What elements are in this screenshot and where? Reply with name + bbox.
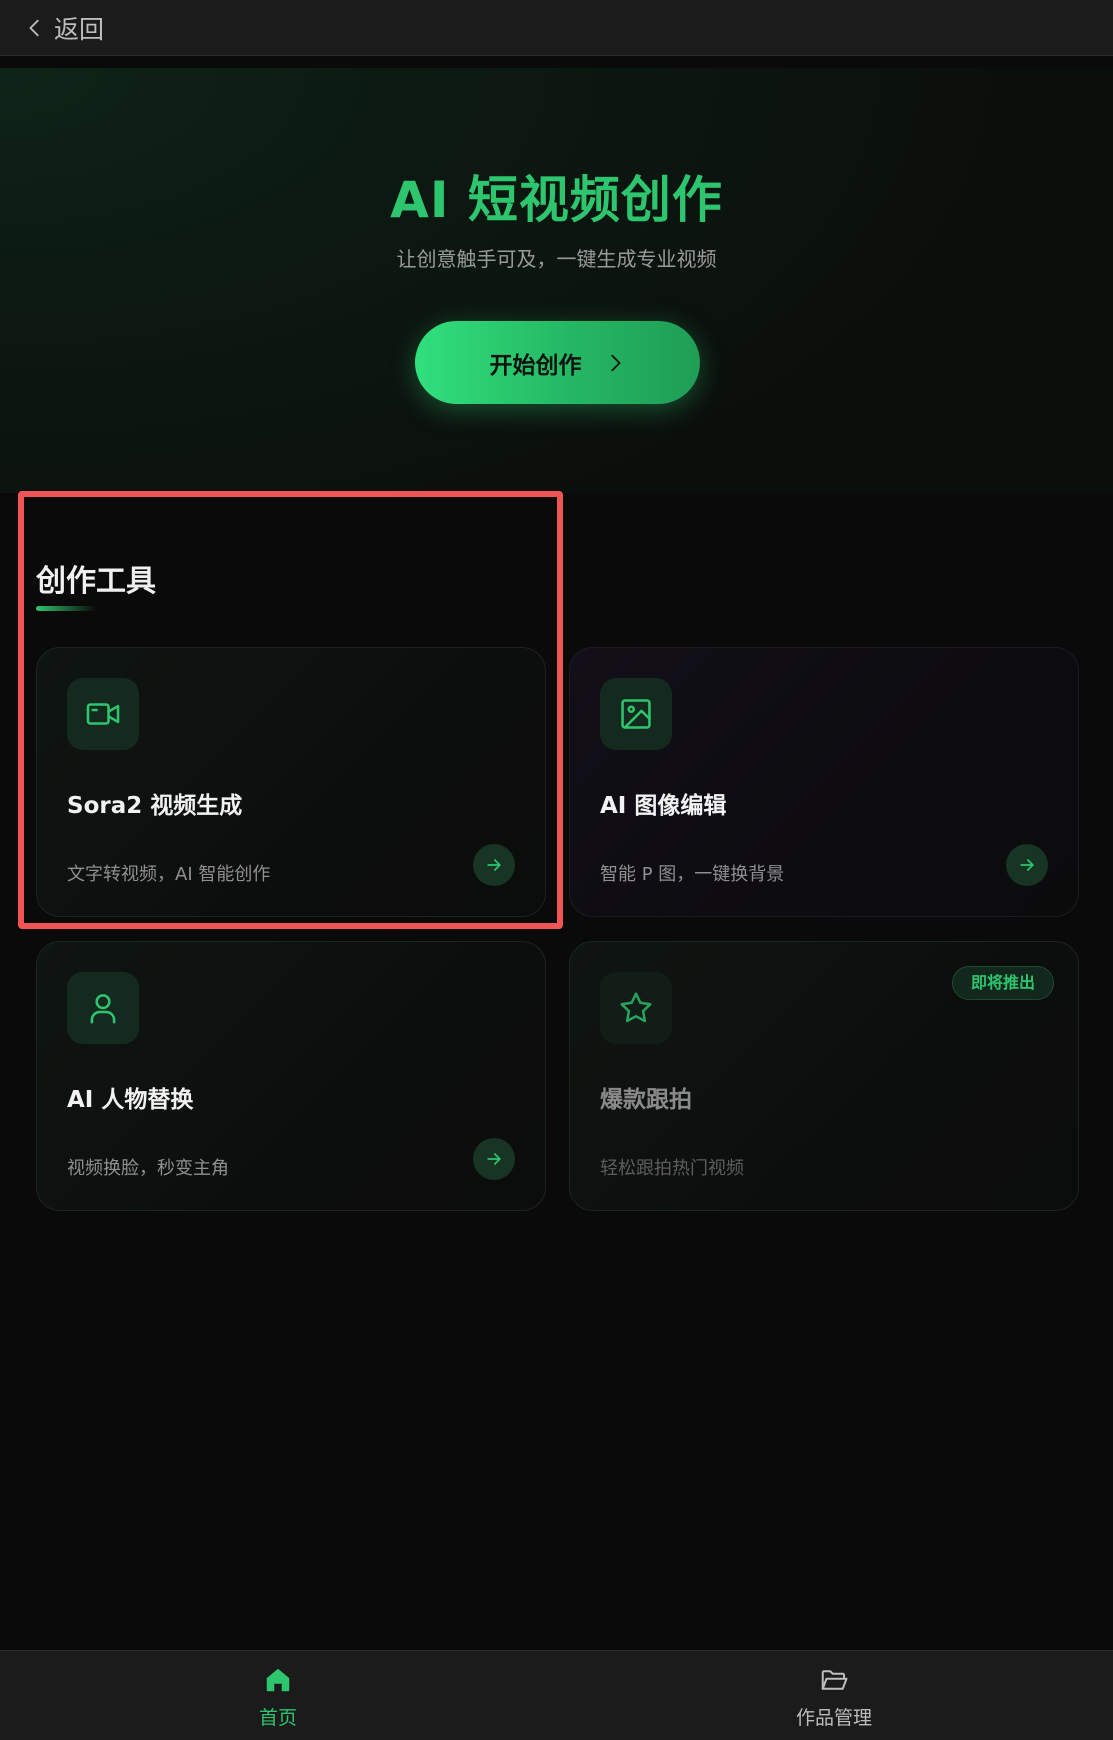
start-creating-button[interactable]: 开始创作 [415,321,700,404]
star-icon [620,992,652,1023]
tool-card-ai-image-edit[interactable]: AI 图像编辑 智能 P 图，一键换背景 [569,647,1079,917]
hero-banner: AI 短视频创作 让创意触手可及，一键生成专业视频 开始创作 [0,68,1113,493]
tool-icon-box [600,972,672,1044]
tool-card-sora2-video[interactable]: Sora2 视频生成 文字转视频，AI 智能创作 [36,647,546,917]
chevron-right-icon [610,354,620,371]
tool-description: 智能 P 图，一键换背景 [600,864,785,885]
tool-icon-box [600,678,672,750]
back-button[interactable]: 返回 [24,10,104,46]
user-icon [90,994,116,1024]
section-underline [36,606,96,611]
section-title: 创作工具 [36,564,156,599]
tool-open-button[interactable] [473,1138,515,1180]
tool-open-button[interactable] [1006,844,1048,886]
hero-title: AI 短视频创作 [390,171,723,229]
tool-title: AI 图像编辑 [600,793,727,819]
bottom-nav: 首页 作品管理 [0,1650,1113,1740]
top-bar: 返回 [0,0,1113,56]
tool-description: 文字转视频，AI 智能创作 [67,864,271,885]
tool-open-button[interactable] [473,844,515,886]
arrow-right-icon [487,859,501,871]
nav-label-home: 首页 [258,1707,297,1729]
arrow-right-icon [1020,859,1034,871]
tool-description: 视频换脸，秒变主角 [67,1158,229,1179]
tool-card-ai-face-swap[interactable]: AI 人物替换 视频换脸，秒变主角 [36,941,546,1211]
home-icon [266,1668,290,1692]
tool-icon-box [67,678,139,750]
image-icon [621,699,651,729]
tool-title: AI 人物替换 [67,1087,194,1113]
tool-title: 爆款跟拍 [600,1087,692,1113]
nav-item-home[interactable]: 首页 [0,1651,556,1740]
start-creating-label: 开始创作 [489,352,582,379]
tool-icon-box [67,972,139,1044]
tool-card-trending-remake: 即将推出 爆款跟拍 轻松跟拍热门视频 [569,941,1079,1211]
tool-description: 轻松跟拍热门视频 [600,1158,744,1179]
folder-icon [821,1670,848,1690]
coming-soon-badge: 即将推出 [951,966,1054,1000]
hero-subtitle: 让创意触手可及，一键生成专业视频 [396,247,717,271]
arrow-right-icon [487,1153,501,1165]
back-label: 返回 [54,14,105,44]
tool-title: Sora2 视频生成 [67,793,243,819]
nav-label-works: 作品管理 [795,1707,872,1729]
app-page: 返回 AI 短视频创作 让创意触手可及，一键生成专业视频 开始创作 创作工具 S… [0,0,1113,1740]
chevron-left-icon [29,19,39,36]
nav-item-works[interactable]: 作品管理 [556,1651,1112,1740]
video-camera-icon [86,703,120,725]
